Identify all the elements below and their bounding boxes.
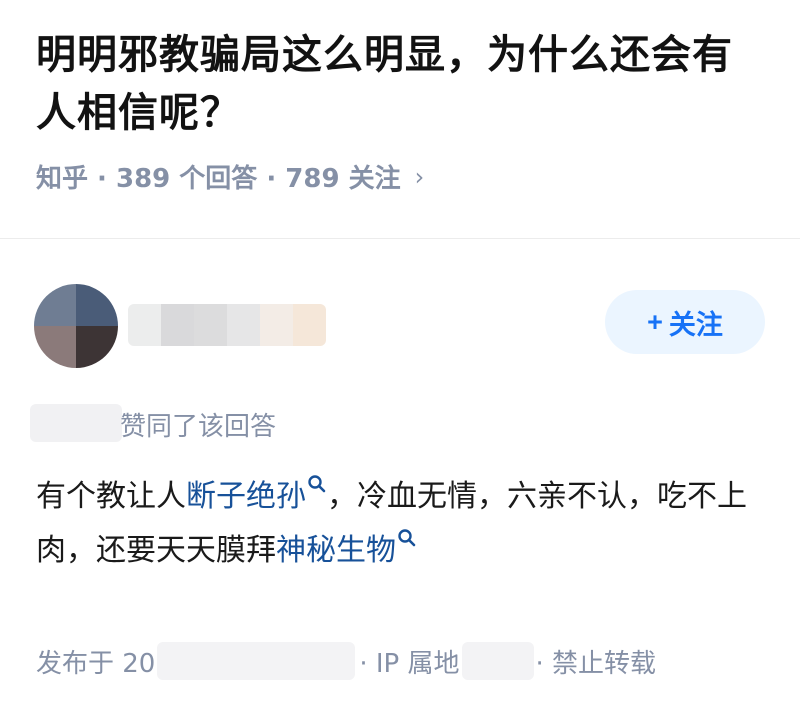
ip-location-blurred: [461, 642, 534, 680]
question-header: 明明邪教骗局这么明显，为什么还会有人相信呢？: [36, 26, 764, 142]
question-stats: 知乎 · 389 个回答 · 789 关注: [36, 164, 401, 194]
chevron-right-icon: ›: [414, 162, 425, 191]
liker-caption: 赞同了该回答: [120, 412, 277, 442]
publish-date-prefix: 发布于 20: [36, 648, 156, 679]
publish-date-blurred: [157, 642, 356, 680]
author-name-blurred[interactable]: [128, 304, 326, 346]
search-link-label: 神秘生物: [276, 533, 396, 568]
ip-location-label: · IP 属地: [359, 648, 460, 679]
liker-name-blurred: [30, 404, 122, 442]
search-icon: [308, 475, 326, 493]
question-title[interactable]: 明明邪教骗局这么明显，为什么还会有人相信呢？: [36, 26, 764, 142]
follow-button[interactable]: + 关注: [605, 290, 765, 354]
answer-content: 有个教让人断子绝孙 ，冷血无情，六亲不认，吃不上肉，还要天天膜拜神秘生物: [36, 470, 766, 578]
no-repost-label: · 禁止转载: [535, 648, 657, 679]
plus-icon: +: [647, 306, 663, 337]
follow-label: 关注: [668, 309, 723, 340]
search-link-label: 断子绝孙: [186, 479, 306, 514]
search-link-1[interactable]: 断子绝孙: [186, 475, 327, 514]
search-icon: [398, 529, 416, 547]
avatar[interactable]: [34, 284, 118, 368]
search-link-2[interactable]: 神秘生物: [276, 529, 417, 568]
question-meta[interactable]: 知乎 · 389 个回答 · 789 关注 ›: [36, 158, 424, 195]
divider: [0, 238, 800, 239]
answer-text: 有个教让人: [36, 479, 186, 514]
answer-footer: 发布于 20 · IP 属地 · 禁止转载: [36, 642, 656, 680]
